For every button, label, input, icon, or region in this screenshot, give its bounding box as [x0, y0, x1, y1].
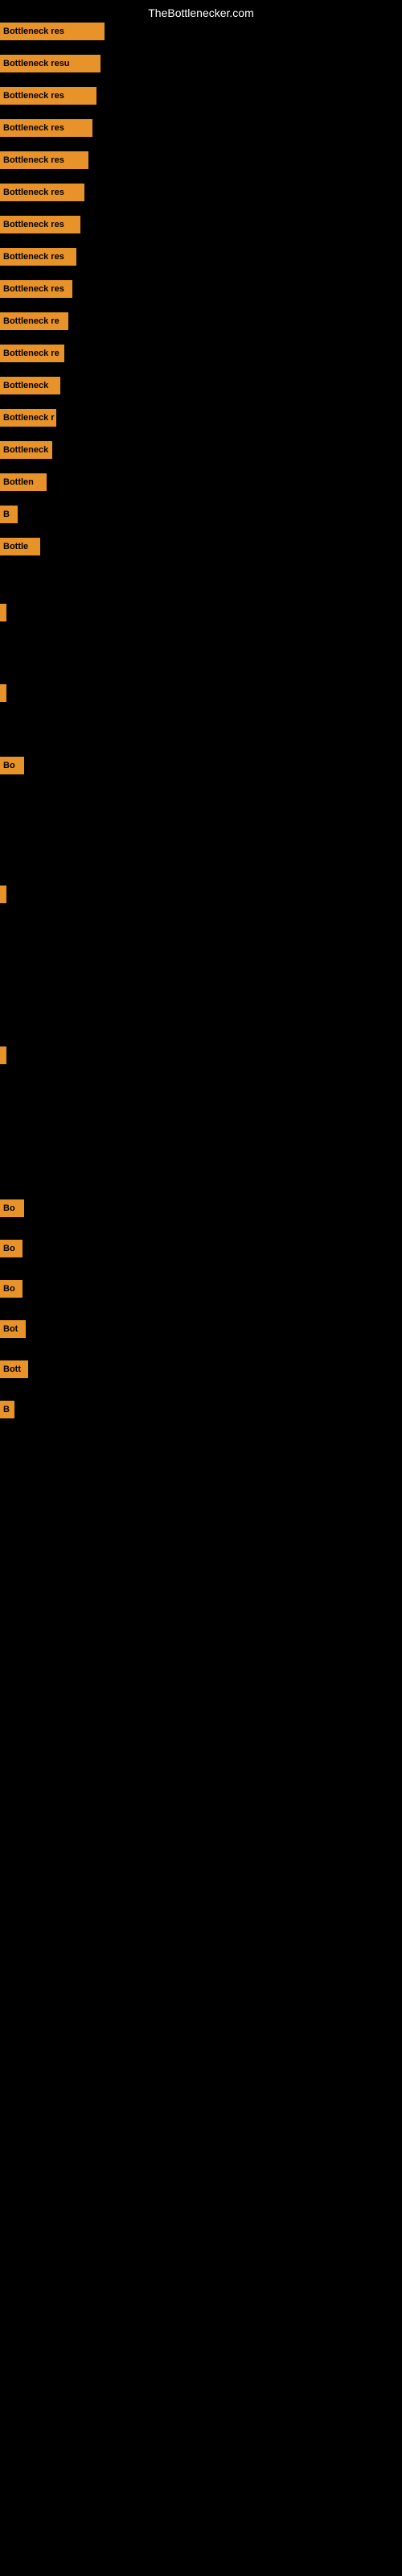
bottleneck-bar: Bottleneck res	[0, 151, 88, 169]
bottleneck-bar: Bo	[0, 1240, 23, 1257]
bottleneck-bar	[0, 684, 6, 702]
bottleneck-bar: Bottleneck res	[0, 184, 84, 201]
bottleneck-bar: Bottleneck	[0, 377, 60, 394]
bottleneck-bar: Bottleneck	[0, 441, 52, 459]
bottleneck-bar: Bottleneck resu	[0, 55, 100, 72]
bottleneck-bar: Bottleneck re	[0, 312, 68, 330]
bottleneck-bar: Bo	[0, 1280, 23, 1298]
bottleneck-bar	[0, 604, 6, 621]
bottleneck-bar: B	[0, 1401, 14, 1418]
bottleneck-bar: Bottleneck res	[0, 280, 72, 298]
bottleneck-bar: B	[0, 506, 18, 523]
bottleneck-bar: Bottleneck res	[0, 23, 105, 40]
bottleneck-bar: Bottleneck res	[0, 87, 96, 105]
bottleneck-bar: Bo	[0, 757, 24, 774]
bottleneck-bar: Bottlen	[0, 473, 47, 491]
bottleneck-bar: Bottleneck r	[0, 409, 56, 427]
bottleneck-bar: Bottleneck res	[0, 248, 76, 266]
bottleneck-bar	[0, 886, 6, 903]
site-title: TheBottlenecker.com	[148, 6, 254, 19]
bottleneck-bar: Bottle	[0, 538, 40, 555]
bottleneck-bar: Bottleneck re	[0, 345, 64, 362]
bottleneck-bar: Bottleneck res	[0, 216, 80, 233]
bottleneck-bar: Bott	[0, 1360, 28, 1378]
bottleneck-bar: Bo	[0, 1199, 24, 1217]
bottleneck-bar: Bottleneck res	[0, 119, 92, 137]
bottleneck-bar: Bot	[0, 1320, 26, 1338]
bottleneck-bar	[0, 1046, 6, 1064]
